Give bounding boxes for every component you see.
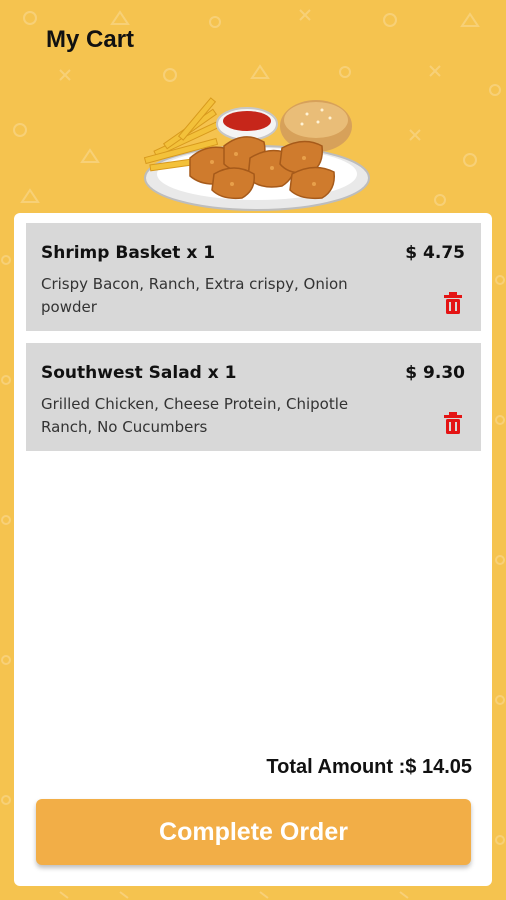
item-description: Crispy Bacon, Ranch, Extra crispy, Onion… (41, 275, 348, 316)
trash-icon[interactable] (443, 411, 463, 435)
complete-order-button[interactable]: Complete Order (36, 799, 471, 865)
cart-item: Shrimp Basket x 1 $ 4.75 Crispy Bacon, R… (26, 223, 481, 331)
item-price: $ 4.75 (405, 243, 465, 263)
food-plate-image (143, 97, 370, 211)
page-title: My Cart (46, 26, 135, 53)
total-amount: Total Amount :$ 14.05 (266, 756, 472, 778)
cart-card: Shrimp Basket x 1 $ 4.75 Crispy Bacon, R… (14, 213, 492, 886)
cart-item: Southwest Salad x 1 $ 9.30 Grilled Chick… (26, 343, 481, 451)
trash-icon[interactable] (443, 291, 463, 315)
item-price: $ 9.30 (405, 363, 465, 383)
item-description: Grilled Chicken, Cheese Protein, Chipotl… (41, 395, 349, 436)
item-name: Shrimp Basket x 1 (41, 243, 216, 263)
item-name: Southwest Salad x 1 (41, 363, 237, 383)
